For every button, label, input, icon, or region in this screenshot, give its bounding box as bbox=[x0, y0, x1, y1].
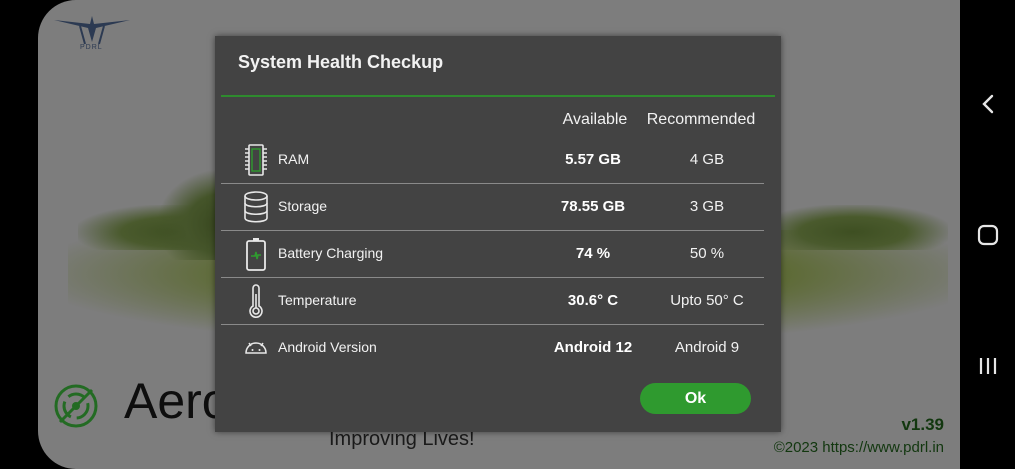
health-row-temperature: Temperature 30.6° C Upto 50° C bbox=[221, 277, 764, 324]
recommended-value: 3 GB bbox=[689, 198, 725, 215]
row-label: RAM bbox=[278, 151, 310, 167]
thermometer-icon bbox=[243, 284, 269, 318]
system-health-dialog: System Health Checkup Available Recommen… bbox=[215, 36, 781, 432]
version-label: v1.39 bbox=[901, 415, 944, 434]
row-label: Android Version bbox=[278, 339, 377, 355]
health-row-android-version: Android Version Android 12 Android 9 bbox=[221, 324, 764, 371]
ram-chip-icon bbox=[243, 143, 269, 177]
copyright-link[interactable]: ©2023 https://www.pdrl.in bbox=[774, 439, 944, 456]
row-label: Temperature bbox=[278, 292, 357, 308]
home-button[interactable] bbox=[973, 220, 1003, 250]
ok-button[interactable]: Ok bbox=[640, 383, 751, 414]
available-value: 5.57 GB bbox=[565, 151, 621, 168]
health-row-battery: Battery Charging 74 % 50 % bbox=[221, 230, 764, 277]
row-label: Battery Charging bbox=[278, 245, 384, 261]
back-icon bbox=[982, 94, 994, 114]
health-row-storage: Storage 78.55 GB 3 GB bbox=[221, 183, 764, 230]
android-nav-bar bbox=[960, 0, 1015, 469]
recents-icon bbox=[979, 358, 997, 374]
back-button[interactable] bbox=[973, 89, 1003, 119]
brand-text: Aero bbox=[124, 373, 230, 429]
available-value: Android 12 bbox=[553, 339, 633, 356]
android-icon bbox=[243, 331, 269, 365]
available-value: 30.6° C bbox=[567, 292, 619, 309]
dialog-title: System Health Checkup bbox=[238, 52, 444, 72]
available-value: 74 % bbox=[575, 245, 611, 262]
storage-database-icon bbox=[243, 190, 269, 224]
pdrl-logo: PDRL bbox=[52, 14, 132, 58]
recommended-value: Upto 50° C bbox=[670, 292, 744, 309]
health-row-ram: RAM 5.57 GB 4 GB bbox=[221, 136, 764, 183]
aero-logo-icon bbox=[52, 382, 100, 430]
row-label: Storage bbox=[278, 198, 328, 214]
battery-charging-icon bbox=[243, 237, 269, 271]
column-header-recommended: Recommended bbox=[646, 111, 756, 128]
treeline-right bbox=[758, 205, 948, 250]
title-divider bbox=[221, 95, 775, 97]
recents-button[interactable] bbox=[973, 351, 1003, 381]
recommended-value: 50 % bbox=[689, 245, 725, 262]
home-icon bbox=[977, 224, 999, 246]
recommended-value: 4 GB bbox=[689, 151, 725, 168]
column-header-available: Available bbox=[562, 111, 628, 128]
available-value: 78.55 GB bbox=[560, 198, 626, 215]
logo-text: PDRL bbox=[80, 44, 103, 51]
recommended-value: Android 9 bbox=[674, 339, 740, 356]
